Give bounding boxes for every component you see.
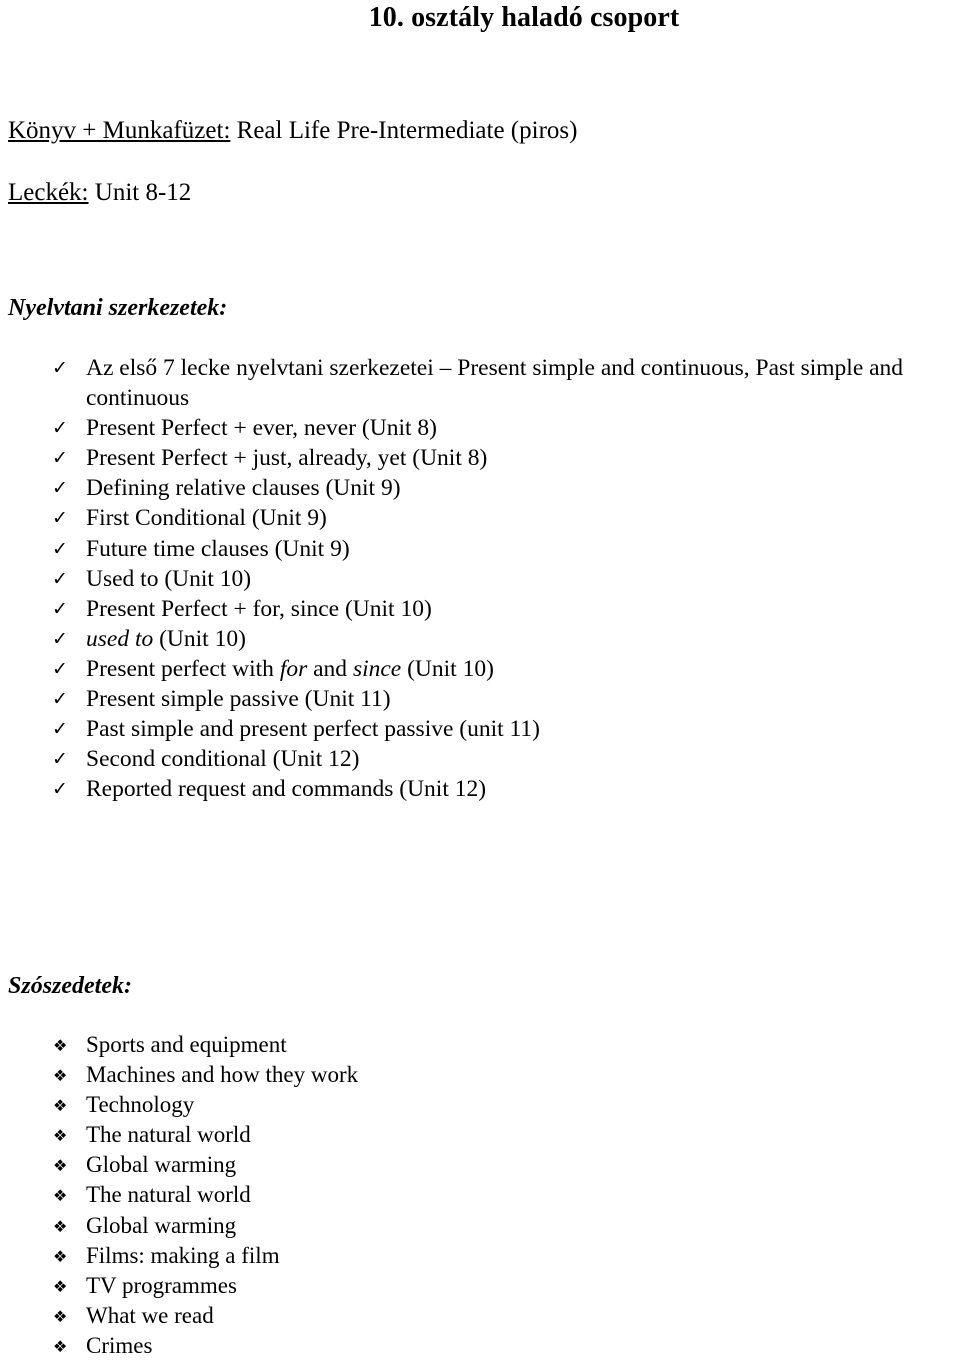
meta-value-book: Real Life Pre-Intermediate (piros) — [230, 117, 578, 144]
grammar-item-label: Present simple passive (Unit 11) — [86, 686, 391, 713]
list-item: ✓ Past simple and present perfect passive… — [0, 714, 960, 744]
checkmark-icon: ✓ — [52, 567, 68, 590]
diamond-bullet-icon: ❖ — [53, 1216, 68, 1236]
list-item: ✓ Present Perfect + for, since (Unit 10) — [0, 594, 960, 624]
checkmark-icon: ✓ — [52, 597, 68, 620]
grammar-item-label: Reported request and commands (Unit 12) — [86, 776, 487, 803]
grammar-item-label: Defining relative clauses (Unit 9) — [86, 475, 401, 502]
grammar-item-label: Present Perfect + for, since (Unit 10) — [86, 595, 432, 622]
checkmark-icon: ✓ — [52, 477, 68, 500]
grammar-item-label: Second conditional (Unit 12) — [86, 746, 360, 773]
list-item: ✓ used to (Unit 10) — [0, 624, 960, 654]
checkmark-icon: ✓ — [52, 778, 68, 801]
vocab-item-label: Technology — [86, 1092, 195, 1118]
diamond-bullet-icon: ❖ — [53, 1096, 68, 1116]
diamond-bullet-icon: ❖ — [53, 1246, 68, 1266]
list-item: ✓ Present simple passive (Unit 11) — [0, 684, 960, 714]
diamond-bullet-icon: ❖ — [53, 1276, 68, 1296]
section-heading-grammar: Nyelvtani szerkezetek: — [8, 295, 228, 321]
grammar-item-label: Present Perfect + just, already, yet (Un… — [86, 445, 488, 472]
list-item: ✓ Second conditional (Unit 12) — [0, 744, 960, 774]
checkmark-icon: ✓ — [52, 748, 68, 771]
grammar-structures-list: ✓ Az első 7 lecke nyelvtani szerkezetei –… — [0, 353, 960, 804]
checkmark-icon: ✓ — [52, 417, 68, 440]
diamond-bullet-icon: ❖ — [53, 1036, 68, 1055]
vocabulary-topics-list: ❖ Sports and equipment ❖ Machines and how t… — [0, 1030, 700, 1361]
vocab-item-label: Crimes — [86, 1332, 153, 1358]
list-item: ❖ Global warming — [0, 1211, 700, 1241]
grammar-item-label: Used to (Unit 10) — [86, 565, 252, 592]
list-item: ❖ Technology — [0, 1090, 700, 1120]
meta-line-book: Könyv + Munkafüzet: Real Life Pre-Interm… — [8, 115, 577, 147]
list-item: ❖ The natural world — [0, 1180, 700, 1210]
diamond-bullet-icon: ❖ — [53, 1186, 68, 1206]
diamond-bullet-icon: ❖ — [53, 1066, 68, 1086]
checkmark-icon: ✓ — [52, 357, 68, 379]
list-item: ❖ Crimes — [0, 1331, 700, 1361]
vocab-item-label: Films: making a film — [86, 1242, 280, 1268]
vocab-item-label: What we read — [86, 1302, 214, 1328]
list-item: ✓ Reported request and commands (Unit 12) — [0, 774, 960, 804]
list-item: ❖ Sports and equipment — [0, 1030, 700, 1060]
grammar-item-label: Past simple and present perfect passive … — [86, 716, 540, 743]
list-item: ❖ Films: making a film — [0, 1241, 700, 1271]
vocab-item-label: Global warming — [86, 1212, 237, 1238]
diamond-bullet-icon: ❖ — [53, 1126, 68, 1146]
meta-line-units: Leckék: Unit 8-12 — [8, 177, 191, 209]
list-item: ❖ The natural world — [0, 1120, 700, 1150]
grammar-item-label: First Conditional (Unit 9) — [86, 505, 327, 532]
meta-value-units: Unit 8-12 — [88, 179, 192, 206]
meta-label-units: Leckék: — [8, 179, 89, 206]
list-item: ❖ TV programmes — [0, 1271, 700, 1301]
vocab-item-label: TV programmes — [86, 1272, 237, 1298]
list-item: ✓ Defining relative clauses (Unit 9) — [0, 473, 960, 503]
grammar-item-label: Present perfect with for and since (Unit… — [86, 655, 494, 682]
diamond-bullet-icon: ❖ — [53, 1156, 68, 1176]
list-item: ✓ Present Perfect + just, already, yet (U… — [0, 443, 960, 473]
list-item: ✓ First Conditional (Unit 9) — [0, 503, 960, 533]
vocab-item-label: Global warming — [86, 1152, 237, 1178]
document-page: 10. osztály haladó csoport Könyv + Munka… — [0, 0, 960, 1363]
page-title: 10. osztály haladó csoport — [368, 2, 680, 33]
checkmark-icon: ✓ — [52, 537, 68, 560]
list-item: ✓ Az első 7 lecke nyelvtani szerkezetei –… — [0, 353, 960, 413]
list-item: ✓ Future time clauses (Unit 9) — [0, 534, 960, 564]
checkmark-icon: ✓ — [52, 447, 68, 470]
meta-label-book: Könyv + Munkafüzet: — [8, 117, 231, 144]
checkmark-icon: ✓ — [52, 507, 68, 530]
list-item: ✓ Present Perfect + ever, never (Unit 8) — [0, 413, 960, 443]
grammar-item-label: Az első 7 lecke nyelvtani szerkezetei – … — [86, 355, 904, 412]
list-item: ✓ Used to (Unit 10) — [0, 564, 960, 594]
checkmark-icon: ✓ — [52, 688, 68, 711]
diamond-bullet-icon: ❖ — [53, 1306, 68, 1326]
vocab-item-label: The natural world — [86, 1182, 251, 1208]
checkmark-icon: ✓ — [52, 627, 68, 650]
list-item: ✓ Present perfect with for and since (Uni… — [0, 654, 960, 684]
checkmark-icon: ✓ — [52, 718, 68, 741]
diamond-bullet-icon: ❖ — [53, 1336, 68, 1356]
vocab-item-label: Sports and equipment — [86, 1032, 287, 1057]
vocab-item-label: The natural world — [86, 1122, 251, 1148]
grammar-item-label: Future time clauses (Unit 9) — [86, 535, 350, 562]
list-item: ❖ Machines and how they work — [0, 1060, 700, 1090]
list-item: ❖ Global warming — [0, 1150, 700, 1180]
grammar-item-label: used to (Unit 10) — [86, 625, 246, 652]
grammar-item-label: Present Perfect + ever, never (Unit 8) — [86, 415, 437, 442]
list-item: ❖ What we read — [0, 1301, 700, 1331]
section-heading-vocabulary: Szószedetek: — [8, 973, 132, 999]
checkmark-icon: ✓ — [52, 657, 68, 680]
vocab-item-label: Machines and how they work — [86, 1062, 359, 1088]
